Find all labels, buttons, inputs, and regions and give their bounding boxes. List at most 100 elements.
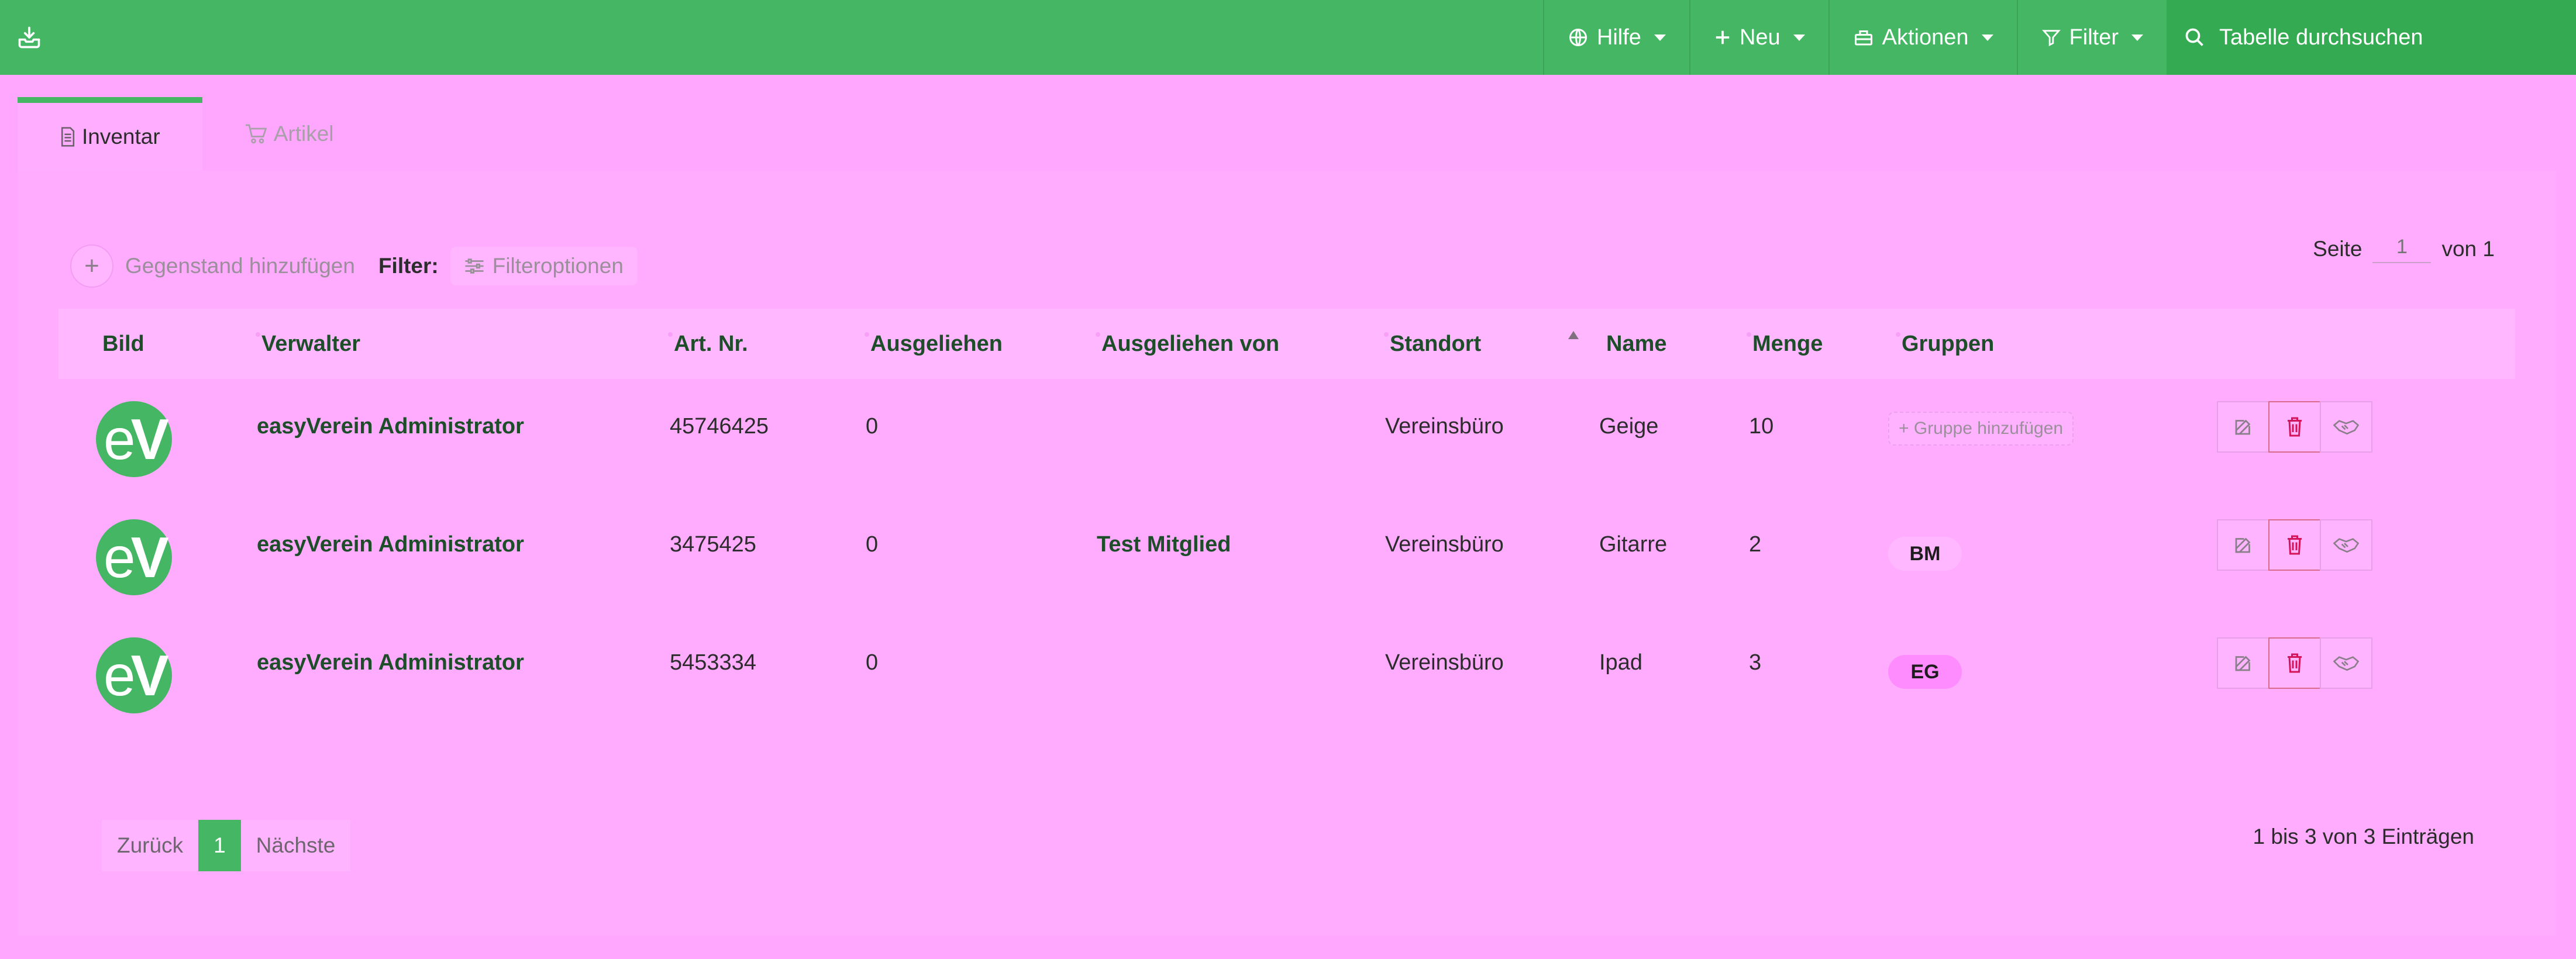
column-header-art-nr[interactable]: Art. Nr. (668, 309, 748, 379)
edit-icon (2235, 656, 2251, 671)
column-header-name[interactable]: Name (1606, 309, 1667, 379)
tab-label: Inventar (82, 125, 160, 149)
chevron-down-icon (2131, 34, 2143, 41)
page-total-label: von 1 (2441, 237, 2495, 261)
table-row: eV easyVerein Administrator 45746425 0 V… (58, 384, 2515, 502)
quantity-cell: 3 (1749, 650, 1762, 675)
actions-label: Aktionen (1882, 25, 1969, 50)
tab-artikel[interactable]: Artikel (202, 97, 376, 171)
lent-by-cell[interactable]: Test Mitglied (1097, 532, 1231, 557)
lent-cell: 0 (866, 650, 879, 675)
table-search (2167, 0, 2576, 75)
table-header: Bild Verwalter Art. Nr. Ausgeliehen Ausg… (58, 309, 2515, 379)
location-cell: Vereinsbüro (1385, 414, 1504, 439)
manager-cell[interactable]: easyVerein Administrator (257, 650, 524, 675)
table-toolbar: + Gegenstand hinzufügen Filter: Filterop… (70, 240, 638, 292)
art-nr-cell: 5453334 (670, 650, 756, 675)
chevron-down-icon (1654, 34, 1666, 41)
help-menu-button[interactable]: Hilfe (1542, 0, 1689, 75)
column-header-ausgeliehen[interactable]: Ausgeliehen (865, 309, 1003, 379)
page-selector: Seite von 1 (2313, 235, 2495, 263)
add-item-button[interactable]: + (70, 244, 113, 288)
quantity-cell: 10 (1749, 414, 1774, 439)
filter-caption: Filter: (378, 254, 439, 278)
funnel-icon (2041, 30, 2061, 47)
help-label: Hilfe (1596, 25, 1641, 50)
tab-bar: Inventar Artikel (18, 97, 376, 171)
new-menu-button[interactable]: Neu (1689, 0, 1828, 75)
art-nr-cell: 45746425 (670, 414, 769, 439)
delete-button[interactable] (2268, 519, 2321, 571)
globe-icon (1569, 29, 1587, 46)
search-icon (2185, 28, 2203, 46)
handshake-icon (2333, 656, 2359, 671)
tab-label: Artikel (273, 122, 334, 146)
cart-icon (245, 124, 267, 144)
column-header-verwalter[interactable]: Verwalter (256, 309, 360, 379)
name-cell: Ipad (1599, 650, 1642, 675)
manager-cell[interactable]: easyVerein Administrator (257, 532, 524, 557)
row-actions (2217, 519, 2372, 571)
actions-menu-button[interactable]: Aktionen (1828, 0, 2017, 75)
plus-icon: + (84, 251, 99, 280)
edit-button[interactable] (2217, 519, 2270, 571)
group-badge[interactable]: EG (1888, 655, 1962, 689)
table-row: eV easyVerein Administrator 5453334 0 Ve… (58, 620, 2515, 738)
column-header-ausgeliehen-von[interactable]: Ausgeliehen von (1096, 309, 1279, 379)
item-avatar: eV (96, 401, 172, 477)
add-item-label[interactable]: Gegenstand hinzufügen (125, 254, 355, 278)
previous-page-button[interactable]: Zurück (102, 820, 199, 871)
entries-info: 1 bis 3 von 3 Einträgen (2253, 825, 2474, 848)
page-label: Seite (2313, 237, 2363, 261)
page-1-button[interactable]: 1 (198, 820, 241, 871)
document-icon (61, 127, 75, 147)
column-header-menge[interactable]: Menge (1747, 309, 1823, 379)
lend-button[interactable] (2320, 519, 2372, 571)
trash-icon (2288, 417, 2302, 437)
column-header-gruppen[interactable]: Gruppen (1896, 309, 1994, 379)
tab-inventar[interactable]: Inventar (18, 97, 202, 171)
delete-button[interactable] (2268, 401, 2321, 453)
row-actions (2217, 637, 2372, 689)
handshake-icon (2333, 420, 2359, 435)
filter-options-label: Filteroptionen (492, 254, 624, 278)
manager-cell[interactable]: easyVerein Administrator (257, 414, 524, 439)
chevron-down-icon (1793, 34, 1805, 41)
lent-cell: 0 (866, 414, 879, 439)
column-header-bild[interactable]: Bild (102, 309, 144, 379)
item-avatar: eV (96, 519, 172, 595)
chevron-down-icon (1981, 34, 1993, 41)
filter-options-button[interactable]: Filteroptionen (450, 247, 638, 285)
edit-icon (2235, 419, 2251, 435)
name-cell: Geige (1599, 414, 1659, 439)
handshake-icon (2333, 538, 2359, 553)
search-input[interactable] (2218, 24, 2548, 51)
lend-button[interactable] (2320, 401, 2372, 453)
plus-icon (1716, 30, 1730, 44)
edit-icon (2235, 537, 2251, 553)
sliders-icon (465, 258, 484, 274)
table-row: eV easyVerein Administrator 3475425 0 Te… (58, 502, 2515, 620)
edit-button[interactable] (2217, 637, 2270, 689)
trash-icon (2288, 653, 2302, 673)
inventory-panel: + Gegenstand hinzufügen Filter: Filterop… (18, 171, 2556, 936)
art-nr-cell: 3475425 (670, 532, 756, 557)
add-group-button[interactable]: + Gruppe hinzufügen (1888, 412, 2074, 446)
sort-ascending-icon (1568, 331, 1579, 339)
page-number-input[interactable] (2372, 235, 2432, 263)
toolbox-icon (1854, 30, 1872, 46)
location-cell: Vereinsbüro (1385, 650, 1504, 675)
group-badge[interactable]: BM (1888, 537, 1962, 571)
edit-button[interactable] (2217, 401, 2270, 453)
trash-icon (2288, 535, 2302, 555)
delete-button[interactable] (2268, 637, 2321, 689)
lent-cell: 0 (866, 532, 879, 557)
lend-button[interactable] (2320, 637, 2372, 689)
column-header-standort[interactable]: Standort (1384, 309, 1481, 379)
name-cell: Gitarre (1599, 532, 1668, 557)
download-tray-icon[interactable] (0, 0, 58, 75)
next-page-button[interactable]: Nächste (240, 820, 351, 871)
row-actions (2217, 401, 2372, 453)
pagination: Zurück 1 Nächste (102, 820, 351, 871)
filter-menu-button[interactable]: Filter (2016, 0, 2167, 75)
